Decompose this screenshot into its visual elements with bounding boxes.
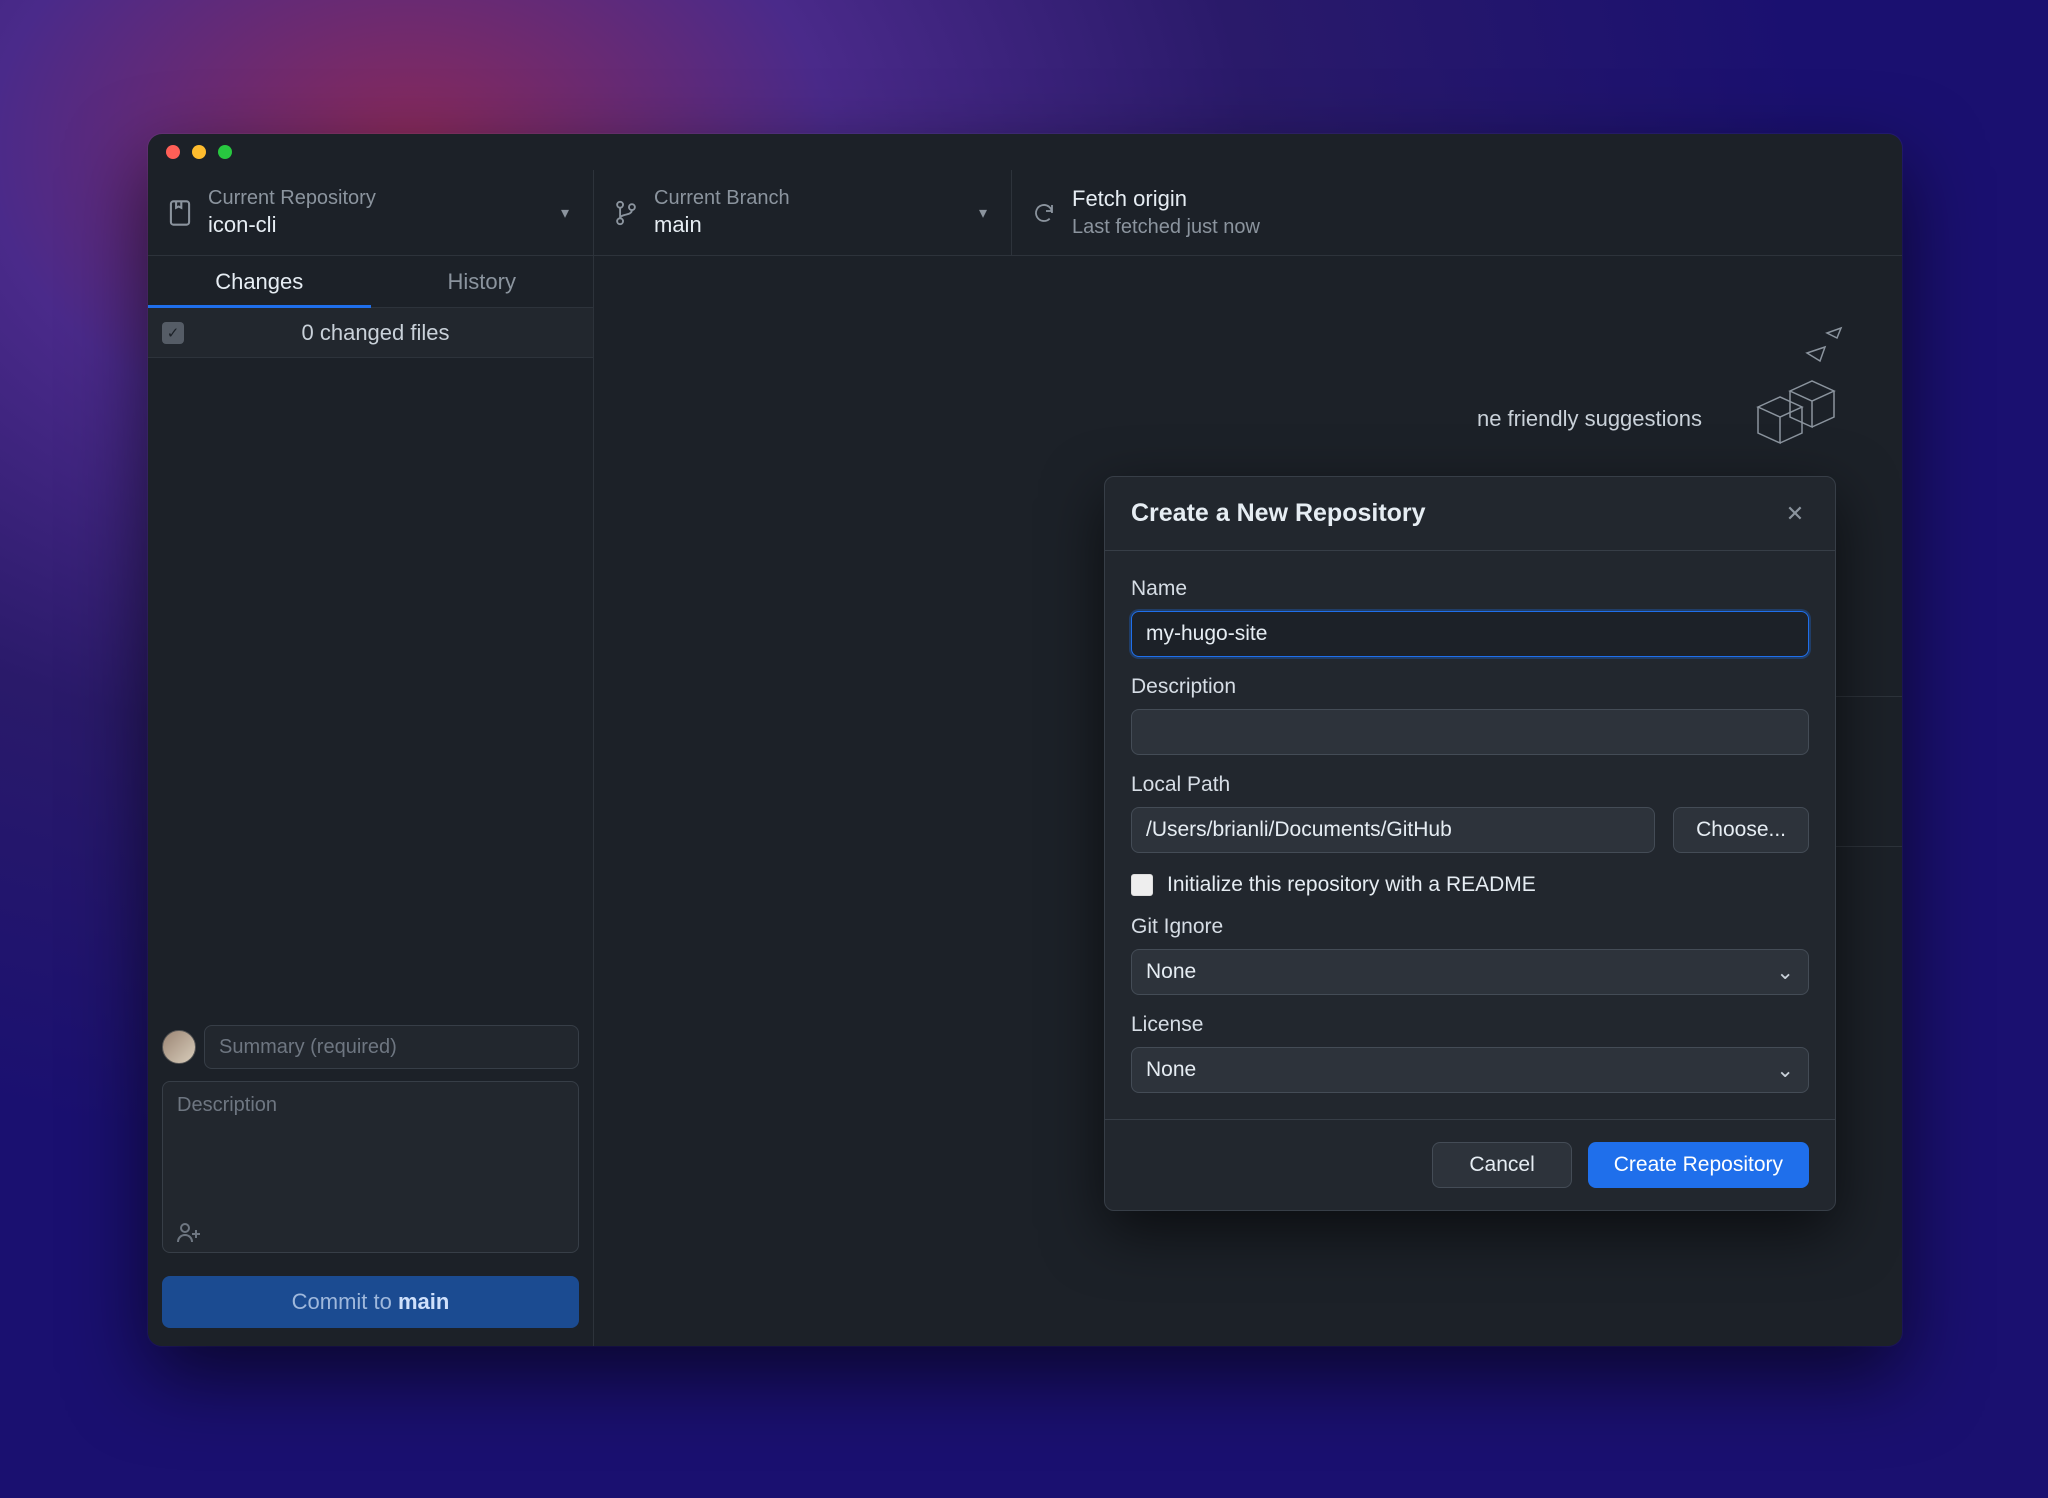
gitignore-label: Git Ignore (1131, 915, 1809, 939)
fetch-status: Last fetched just now (1072, 214, 1260, 240)
chevron-down-icon: ▾ (561, 203, 569, 223)
commit-panel: Commit to main (148, 1011, 593, 1346)
current-branch-button[interactable]: Current Branch main ▾ (594, 170, 1012, 255)
name-label: Name (1131, 577, 1809, 601)
add-coauthor-icon[interactable] (176, 1222, 202, 1244)
local-path-label: Local Path (1131, 773, 1809, 797)
chevron-down-icon: ⌄ (1776, 960, 1794, 985)
readme-label: Initialize this repository with a README (1167, 873, 1536, 897)
branch-name: main (654, 211, 790, 240)
branch-label: Current Branch (654, 185, 790, 211)
avatar (162, 1030, 196, 1064)
boxes-illustration (1712, 321, 1852, 461)
titlebar (148, 134, 1902, 170)
select-all-checkbox[interactable]: ✓ (162, 322, 184, 344)
chevron-down-icon: ⌄ (1776, 1058, 1794, 1083)
maximize-window-icon[interactable] (218, 145, 232, 159)
license-select[interactable]: None ⌄ (1131, 1047, 1809, 1093)
tab-history[interactable]: History (371, 256, 594, 308)
repo-icon (168, 201, 192, 225)
tab-changes[interactable]: Changes (148, 256, 371, 308)
main-content: ne friendly suggestions Open in Visual S… (594, 256, 1902, 1346)
minimize-window-icon[interactable] (192, 145, 206, 159)
close-window-icon[interactable] (166, 145, 180, 159)
fetch-label: Fetch origin (1072, 185, 1260, 214)
local-path-input[interactable] (1131, 807, 1655, 853)
chevron-down-icon: ▾ (979, 203, 987, 223)
license-label: License (1131, 1013, 1809, 1037)
readme-checkbox[interactable] (1131, 874, 1153, 896)
changed-files-count: 0 changed files (202, 320, 579, 346)
name-input[interactable] (1131, 611, 1809, 657)
repo-name: icon-cli (208, 211, 376, 240)
fetch-origin-button[interactable]: Fetch origin Last fetched just now (1012, 170, 1432, 255)
branch-icon (614, 201, 638, 225)
gitignore-select[interactable]: None ⌄ (1131, 949, 1809, 995)
changes-header: ✓ 0 changed files (148, 308, 593, 358)
commit-button[interactable]: Commit to main (162, 1276, 579, 1328)
modal-title: Create a New Repository (1131, 499, 1426, 528)
description-input[interactable] (162, 1081, 579, 1253)
summary-input[interactable] (204, 1025, 579, 1069)
close-icon[interactable]: ✕ (1781, 500, 1809, 528)
description-input-modal[interactable] (1131, 709, 1809, 755)
suggestions-text: ne friendly suggestions (1477, 406, 1702, 432)
app-window: Current Repository icon-cli ▾ Current Br… (148, 134, 1902, 1346)
repo-label: Current Repository (208, 185, 376, 211)
create-repo-modal: Create a New Repository ✕ Name Descripti… (1104, 476, 1836, 1211)
current-repo-button[interactable]: Current Repository icon-cli ▾ (148, 170, 594, 255)
toolbar: Current Repository icon-cli ▾ Current Br… (148, 170, 1902, 256)
sync-icon (1032, 201, 1056, 225)
sidebar: Changes History ✓ 0 changed files Commit… (148, 256, 594, 1346)
choose-button[interactable]: Choose... (1673, 807, 1809, 853)
description-label: Description (1131, 675, 1809, 699)
create-repo-button[interactable]: Create Repository (1588, 1142, 1809, 1188)
cancel-button[interactable]: Cancel (1432, 1142, 1571, 1188)
